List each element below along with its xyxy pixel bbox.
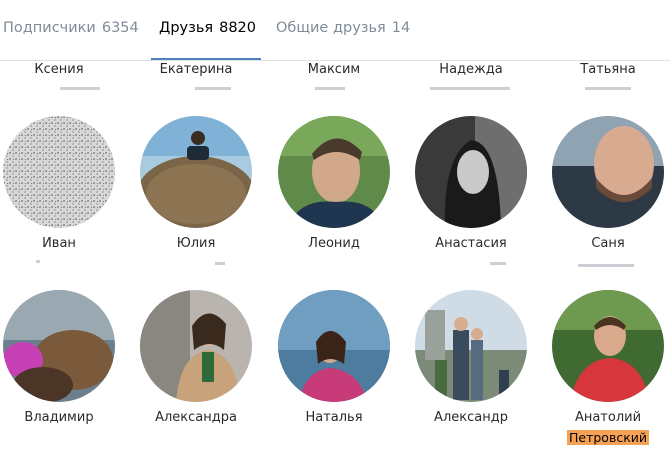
friend-name-leonid[interactable]: Леонид: [308, 236, 360, 251]
friend-name-top-3[interactable]: Максим: [308, 62, 360, 77]
friend-name-yulia[interactable]: Юлия: [177, 236, 216, 251]
friend-name-top-2[interactable]: Екатерина: [160, 62, 233, 77]
clipped-text: [490, 262, 506, 265]
friend-name-ivan[interactable]: Иван: [42, 236, 76, 251]
clipped-text: [215, 262, 225, 265]
tab-label: Подписчики: [3, 20, 96, 36]
tab-count: 8820: [219, 20, 256, 36]
friend-name-top-4[interactable]: Надежда: [439, 62, 502, 77]
tab-subscribers[interactable]: Подписчики 6354: [3, 20, 139, 36]
avatar-sanya[interactable]: [552, 116, 664, 228]
friend-name-sanya[interactable]: Саня: [591, 236, 624, 251]
tab-label: Общие друзья: [276, 20, 386, 36]
tab-bar: Подписчики 6354 Друзья 8820 Общие друзья 14: [0, 0, 670, 61]
friend-name-aleksandr[interactable]: Александр: [434, 410, 508, 425]
avatar-anastasia[interactable]: [415, 116, 527, 228]
tab-count: 6354: [101, 20, 139, 36]
clipped-text: [60, 87, 100, 90]
clipped-text: [430, 87, 510, 90]
friend-name-aleksandra[interactable]: Александра: [155, 410, 237, 425]
clipped-text: [36, 260, 40, 263]
friend-name-anastasia[interactable]: Анастасия: [435, 236, 506, 251]
avatar-yulia[interactable]: [140, 116, 252, 228]
avatar-leonid[interactable]: [278, 116, 390, 228]
active-tab-indicator: [151, 58, 261, 60]
clipped-text: [585, 87, 631, 90]
tab-mutual-friends[interactable]: Общие друзья 14: [276, 20, 410, 36]
friend-name-top-1[interactable]: Ксения: [34, 62, 83, 77]
avatar-vladimir[interactable]: [3, 290, 115, 402]
friend-name-natalya[interactable]: Наталья: [305, 410, 362, 425]
avatar-natalya[interactable]: [278, 290, 390, 402]
avatar-aleksandra[interactable]: [140, 290, 252, 402]
clipped-text: [315, 87, 345, 90]
tab-friends[interactable]: Друзья 8820: [159, 20, 256, 36]
clipped-text: [195, 87, 231, 90]
avatar-anatoly[interactable]: [552, 290, 664, 402]
friend-name-top-5[interactable]: Татьяна: [580, 62, 635, 77]
friend-name-vladimir[interactable]: Владимир: [24, 410, 93, 425]
tab-count: 14: [391, 20, 411, 36]
clipped-text: [578, 264, 634, 267]
avatar-ivan[interactable]: [3, 116, 115, 228]
tab-label: Друзья: [159, 20, 214, 36]
highlighted-surname: Петровский: [567, 430, 649, 445]
avatar-aleksandr[interactable]: [415, 290, 527, 402]
friend-name-anatoly[interactable]: Анатолий: [575, 410, 641, 425]
